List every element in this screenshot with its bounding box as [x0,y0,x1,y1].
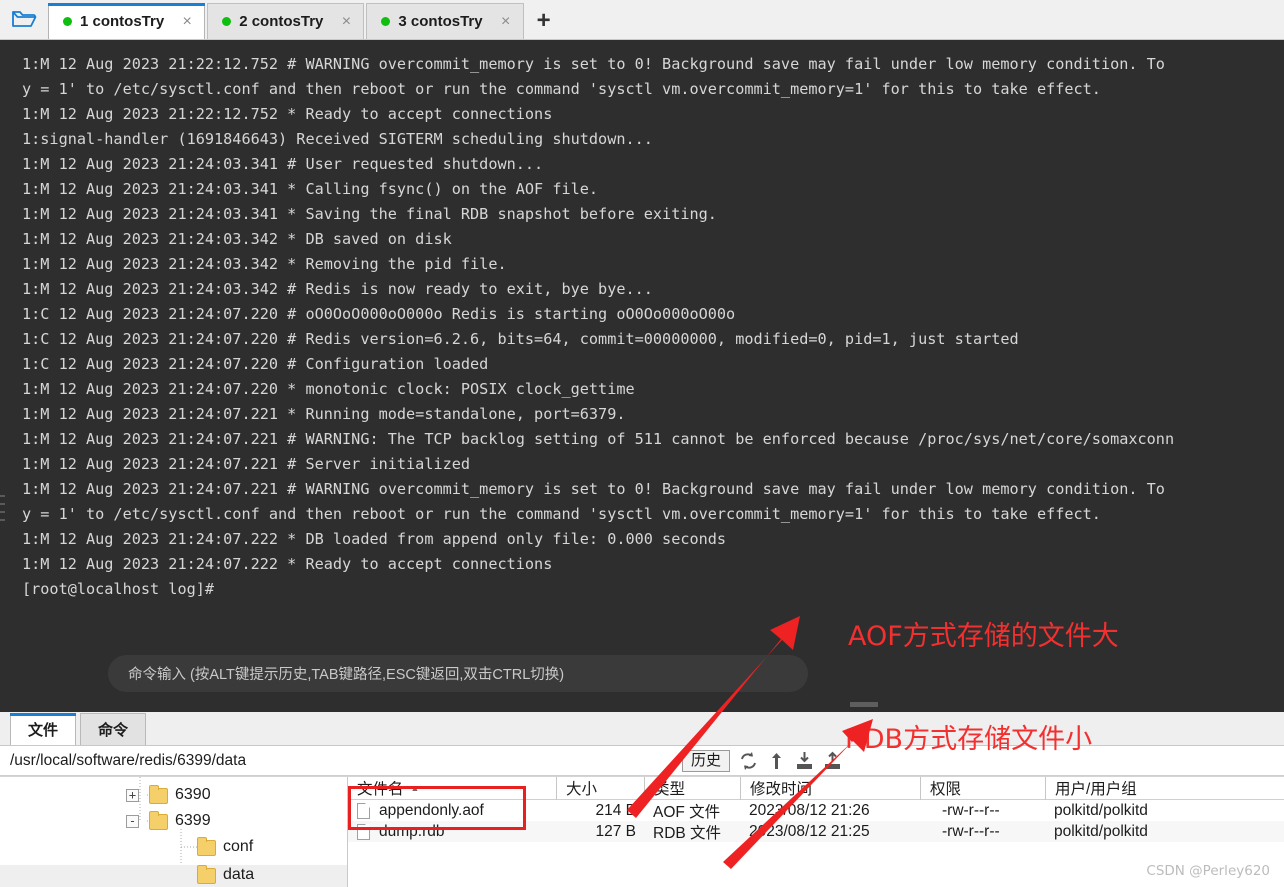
directory-tree[interactable]: + 6390 - 6399 conf data [0,777,348,887]
download-icon[interactable] [795,751,814,771]
column-header-owner[interactable]: 用户/用户组 [1045,777,1225,800]
tab-label: 1 contosTry [80,13,165,30]
terminal-line: 1:M 12 Aug 2023 21:24:03.342 * Removing … [22,255,507,273]
tab-commands-label: 命令 [97,722,128,739]
terminal-line: 1:M 12 Aug 2023 21:24:07.220 * monotonic… [22,380,635,398]
tab-label: 3 contosTry [398,13,483,30]
annotation-aof-note: AOF方式存储的文件大 [848,621,1119,652]
tree-item-6390[interactable]: + 6390 [126,783,211,807]
terminal-line: 1:M 12 Aug 2023 21:24:03.341 # User requ… [22,155,544,173]
tab-bar: 1 contosTry × 2 contosTry × 3 contosTry … [0,0,1284,40]
cell-permissions: -rw-r--r-- [942,801,1000,819]
tab-files-label: 文件 [27,722,58,739]
terminal-lines: 1:M 12 Aug 2023 21:22:12.752 # WARNING o… [0,40,1284,602]
terminal-line: 1:M 12 Aug 2023 21:24:07.221 # WARNING o… [22,480,1165,498]
tree-item-conf[interactable]: conf [197,835,253,859]
terminal-line: 1:M 12 Aug 2023 21:24:07.221 * Running m… [22,405,626,423]
terminal-line: y = 1' to /etc/sysctl.conf and then rebo… [22,505,1101,523]
terminal-line: 1:M 12 Aug 2023 21:24:07.221 # WARNING: … [22,430,1175,448]
command-input[interactable]: 命令输入 (按ALT键提示历史,TAB键路径,ESC键返回,双击CTRL切换) [108,655,808,692]
column-label: 权限 [930,781,962,798]
annotation-highlight-box [348,786,526,830]
cell-permissions: -rw-r--r-- [942,822,1000,840]
tab-status-dot [381,17,391,26]
terminal-bottom-strip [0,700,1284,712]
terminal-tab-2[interactable]: 2 contosTry × [207,3,365,39]
terminal-line: 1:M 12 Aug 2023 21:24:07.221 # Server in… [22,455,471,473]
tab-active-indicator [48,3,206,6]
terminal-line: 1:M 12 Aug 2023 21:22:12.752 # WARNING o… [22,55,1165,73]
current-path: /usr/local/software/redis/6399/data [10,751,247,769]
terminal-line: 1:M 12 Aug 2023 21:24:07.222 * Ready to … [22,555,553,573]
column-label: 大小 [566,781,598,798]
command-input-placeholder: 命令输入 (按ALT键提示历史,TAB键路径,ESC键返回,双击CTRL切换) [128,667,565,683]
upload-icon[interactable] [823,751,842,771]
terminal-tab-3[interactable]: 3 contosTry × [366,3,524,39]
panel-splitter-handle[interactable] [850,702,878,707]
history-button[interactable]: 历史 [681,750,730,772]
tree-item-label: data [223,866,255,883]
terminal-line: 1:M 12 Aug 2023 21:24:03.342 # Redis is … [22,280,653,298]
terminal-scroll-indicator[interactable] [0,495,6,550]
column-header-type[interactable]: 类型 [644,777,740,800]
annotation-rdb-note: RDB方式存储文件小 [845,724,1093,755]
new-tab-button[interactable]: + [526,3,562,39]
column-label: 用户/用户组 [1055,781,1137,798]
terminal-line: 1:M 12 Aug 2023 21:22:12.752 * Ready to … [22,105,553,123]
watermark: CSDN @Perley620 [1146,863,1270,879]
upload-arrow-icon[interactable] [767,751,786,771]
terminal-line: 1:signal-handler (1691846643) Received S… [22,130,653,148]
tree-item-data[interactable]: data [197,863,254,887]
tree-row-highlight [0,865,347,887]
open-folder-icon[interactable] [0,0,48,39]
tab-label: 2 contosTry [239,13,324,30]
file-area: + 6390 - 6399 conf data 文件名 ▲ 大小 类型 修改时间… [0,776,1284,887]
cell-owner: polkitd/polkitd [1054,822,1148,840]
terminal-line: y = 1' to /etc/sysctl.conf and then rebo… [22,80,1101,98]
cell-modified: 2023/08/12 21:25 [749,822,870,840]
terminal-line: 1:M 12 Aug 2023 21:24:07.222 * DB loaded… [22,530,727,548]
terminal-line: 1:C 12 Aug 2023 21:24:07.220 # Configura… [22,355,489,373]
column-header-size[interactable]: 大小 [556,777,644,800]
collapse-icon[interactable]: - [126,814,139,828]
terminal-line: 1:M 12 Aug 2023 21:24:03.342 * DB saved … [22,230,452,248]
folder-icon [149,811,168,830]
column-label: 修改时间 [750,781,813,798]
terminal-line: 1:M 12 Aug 2023 21:24:03.341 * Saving th… [22,205,717,223]
terminal-line: 1:C 12 Aug 2023 21:24:07.220 # oO0OoO000… [22,305,736,323]
tab-status-dot [222,17,232,26]
tree-item-label: conf [223,838,254,855]
close-icon[interactable]: × [339,13,353,30]
column-label: 类型 [654,781,686,798]
tree-item-label: 6390 [175,786,211,803]
close-icon[interactable]: × [180,13,194,30]
tab-status-dot [63,17,72,26]
terminal-line: 1:M 12 Aug 2023 21:24:03.341 * Calling f… [22,180,599,198]
cell-size: 127 B [595,822,636,840]
terminal-tab-1[interactable]: 1 contosTry × [48,3,206,39]
cell-type: AOF 文件 [653,803,721,821]
tab-files[interactable]: 文件 [10,713,76,745]
cell-owner: polkitd/polkitd [1054,801,1148,819]
tree-item-label: 6399 [175,812,211,829]
folder-icon [149,785,168,804]
app-window: 1 contosTry × 2 contosTry × 3 contosTry … [0,0,1284,887]
terminal-line: 1:C 12 Aug 2023 21:24:07.220 # Redis ver… [22,330,1019,348]
tab-active-indicator [10,713,76,716]
column-header-modified[interactable]: 修改时间 [740,777,920,800]
cell-type: RDB 文件 [653,824,722,842]
tree-item-6399[interactable]: - 6399 [126,809,211,833]
close-icon[interactable]: × [499,13,513,30]
cell-size: 214 B [595,801,636,819]
refresh-icon[interactable] [739,751,758,771]
column-header-permissions[interactable]: 权限 [920,777,1045,800]
folder-icon [197,837,216,856]
tab-commands[interactable]: 命令 [80,713,146,745]
terminal-line: [root@localhost log]# [22,580,215,598]
folder-icon [197,865,216,884]
terminal-output[interactable]: 1:M 12 Aug 2023 21:22:12.752 # WARNING o… [0,40,1284,700]
cell-modified: 2023/08/12 21:26 [749,801,870,819]
expand-icon[interactable]: + [126,788,139,802]
